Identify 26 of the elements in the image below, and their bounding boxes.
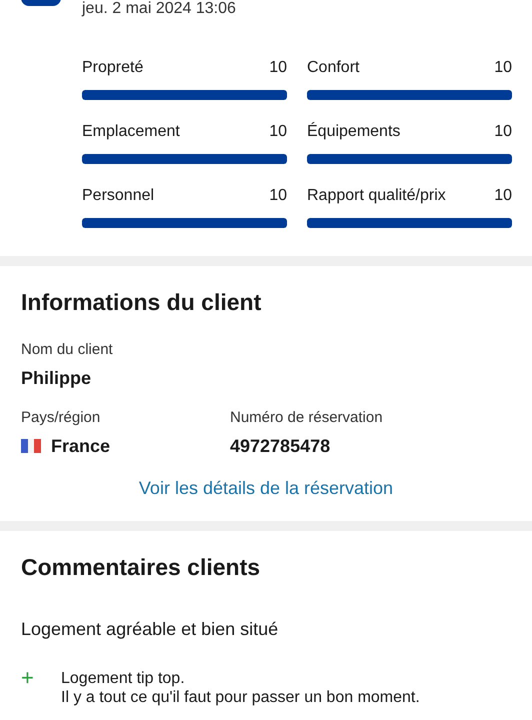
rating-label: Équipements	[307, 122, 400, 142]
section-title: Informations du client	[21, 288, 262, 317]
rating-label: Personnel	[82, 186, 154, 206]
guest-name: Philippe	[21, 367, 92, 390]
rating-score: 10	[269, 186, 287, 206]
field-label: Numéro de réservation	[230, 408, 384, 428]
section-title: Commentaires clients	[21, 553, 262, 582]
rating-label: Emplacement	[82, 122, 180, 142]
plus-icon: +	[21, 669, 39, 707]
field-label: Pays/région	[21, 408, 102, 428]
rating-score: 10	[494, 122, 512, 142]
rating-label: Rapport qualité/prix	[307, 186, 446, 206]
review-text: Logement tip top. Il y a tout ce qu'il faut pour passer un bon moment.	[61, 669, 420, 707]
rating-score: 10	[494, 186, 512, 206]
review-title: Logement agréable et bien situé	[21, 618, 280, 641]
country-name: France	[51, 435, 110, 458]
rating-score: 10	[269, 58, 287, 78]
booking-details-link[interactable]: Voir les détails de la réservation	[21, 478, 511, 499]
rating-score: 10	[269, 122, 287, 142]
booking-number: 4972785478	[230, 435, 332, 458]
rating-label: Confort	[307, 58, 360, 78]
flag-icon	[21, 439, 41, 453]
rating-score: 10	[494, 58, 512, 78]
review-date: jeu. 2 mai 2024 13:06	[82, 0, 237, 18]
rating-label: Propreté	[82, 58, 144, 78]
field-label: Nom du client	[21, 340, 114, 360]
